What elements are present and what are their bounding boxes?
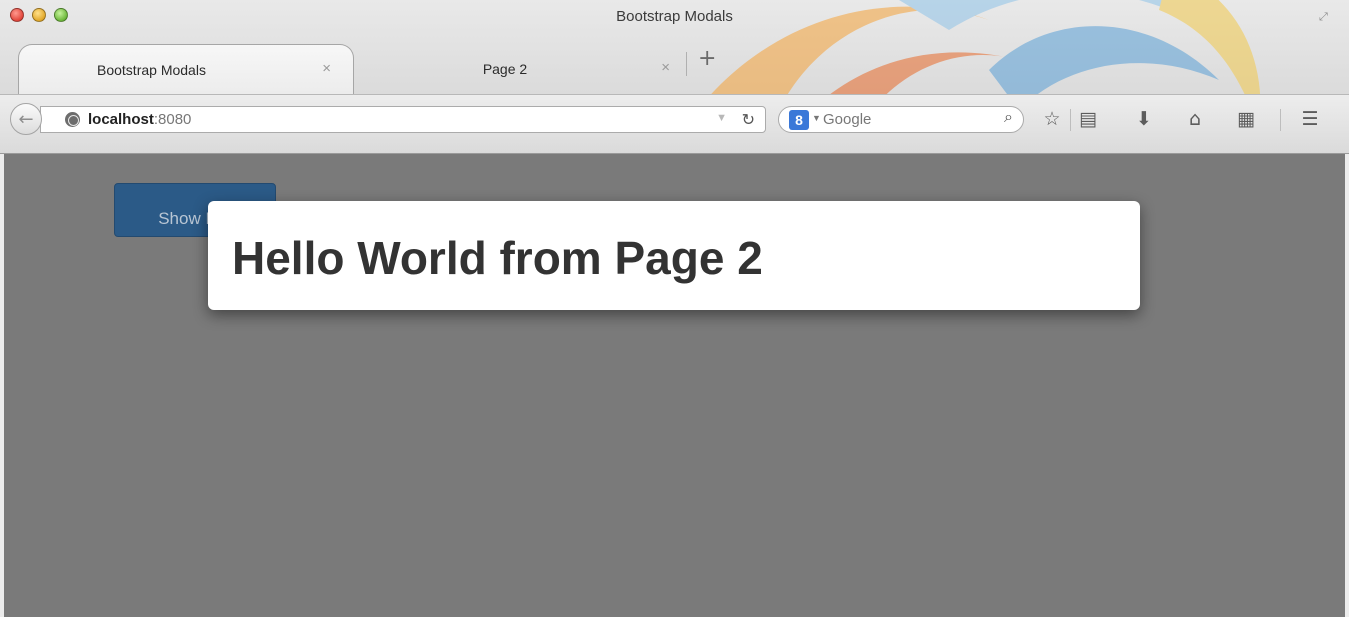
home-icon[interactable]: ⌂ [1183, 108, 1207, 130]
google-engine-icon[interactable]: 8 [789, 110, 809, 130]
tab-strip: Bootstrap Modals × Page 2 × + [0, 32, 1349, 94]
toolbar-separator [1070, 109, 1071, 131]
title-bar: Bootstrap Modals ⤢ [0, 0, 1349, 32]
url-host: localhost [88, 111, 154, 128]
tab-separator [686, 52, 687, 76]
window-border-left [0, 154, 4, 617]
menu-icon[interactable]: ☰ [1298, 108, 1322, 130]
search-icon[interactable]: ⌕ [1004, 109, 1013, 127]
apps-icon[interactable]: ▦ [1234, 108, 1258, 130]
globe-icon [65, 112, 80, 127]
window-border-right [1345, 154, 1349, 617]
tab-bootstrap-modals[interactable]: Bootstrap Modals × [18, 44, 354, 94]
tab-label: Page 2 [482, 61, 528, 77]
download-icon[interactable]: ⬇ [1132, 108, 1156, 130]
modal-dialog: Hello World from Page 2 [208, 201, 1140, 310]
star-icon[interactable]: ☆ [1040, 108, 1064, 130]
url-text: localhost:8080 [88, 111, 191, 128]
tab-page-2[interactable]: Page 2 × [360, 44, 690, 94]
browser-window: Bootstrap Modals ⤢ Bootstrap Modals × Pa… [0, 0, 1349, 617]
modal-title: Hello World from Page 2 [232, 232, 763, 284]
url-bar[interactable]: localhost:8080 ▼ ↻ [40, 106, 766, 133]
toolbar-separator [1280, 109, 1281, 131]
window-title: Bootstrap Modals [616, 8, 733, 25]
fullscreen-icon[interactable]: ⤢ [1319, 10, 1333, 24]
url-dropdown-icon[interactable]: ▼ [716, 112, 727, 124]
page-content: Show Modal Hello World from Page 2 [0, 154, 1349, 617]
new-tab-button[interactable]: + [698, 46, 716, 71]
search-bar[interactable]: 8 ▼ Google ⌕ [778, 106, 1024, 133]
tab-label: Bootstrap Modals [97, 62, 206, 78]
browser-chrome: Bootstrap Modals ⤢ Bootstrap Modals × Pa… [0, 0, 1349, 154]
search-placeholder: Google [823, 111, 872, 128]
url-port: :8080 [153, 111, 192, 128]
navigation-toolbar: localhost:8080 ▼ ↻ ← 8 ▼ Google ⌕ ☆ ▤ ⬇ … [0, 94, 1349, 153]
engine-dropdown-icon[interactable]: ▼ [812, 113, 821, 123]
reading-list-icon[interactable]: ▤ [1076, 108, 1100, 130]
tab-close-icon[interactable]: × [661, 59, 670, 76]
back-arrow-icon: ← [18, 108, 34, 130]
back-button[interactable]: ← [10, 103, 42, 135]
tab-close-icon[interactable]: × [322, 60, 331, 77]
reload-icon[interactable]: ↻ [742, 110, 755, 130]
